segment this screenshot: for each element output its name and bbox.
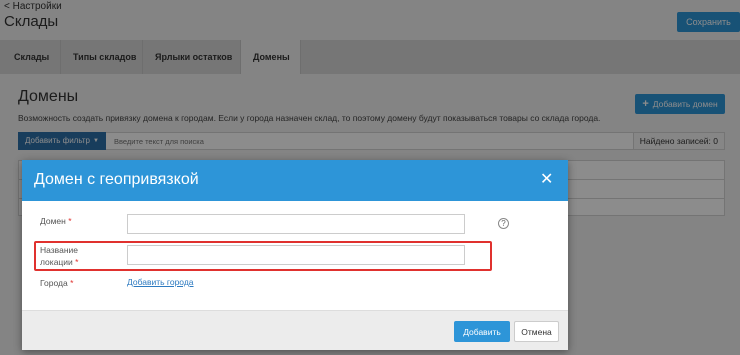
geo-domain-modal: Домен с геопривязкой ✕ Домен * ? Названи… xyxy=(22,160,568,350)
modal-footer: Добавить Отмена xyxy=(22,310,568,350)
required-mark: * xyxy=(68,216,72,226)
add-button[interactable]: Добавить xyxy=(454,321,510,342)
close-icon[interactable]: ✕ xyxy=(540,172,553,188)
location-label-line2: локации xyxy=(40,257,73,267)
location-name-label: Название локации * xyxy=(40,244,78,268)
location-label-line1: Название xyxy=(40,245,78,255)
modal-header: Домен с геопривязкой ✕ xyxy=(22,160,568,201)
domain-label-text: Домен xyxy=(40,216,66,226)
cities-label: Города * xyxy=(40,277,73,289)
cancel-button[interactable]: Отмена xyxy=(514,321,559,342)
domain-label: Домен * xyxy=(40,215,72,227)
modal-title: Домен с геопривязкой xyxy=(34,171,199,188)
required-mark: * xyxy=(70,278,74,288)
cities-label-text: Города xyxy=(40,278,68,288)
location-name-input[interactable] xyxy=(127,245,465,265)
add-cities-link[interactable]: Добавить города xyxy=(127,277,194,287)
help-icon[interactable]: ? xyxy=(498,218,509,229)
required-mark: * xyxy=(75,257,79,267)
domain-input[interactable] xyxy=(127,214,465,234)
